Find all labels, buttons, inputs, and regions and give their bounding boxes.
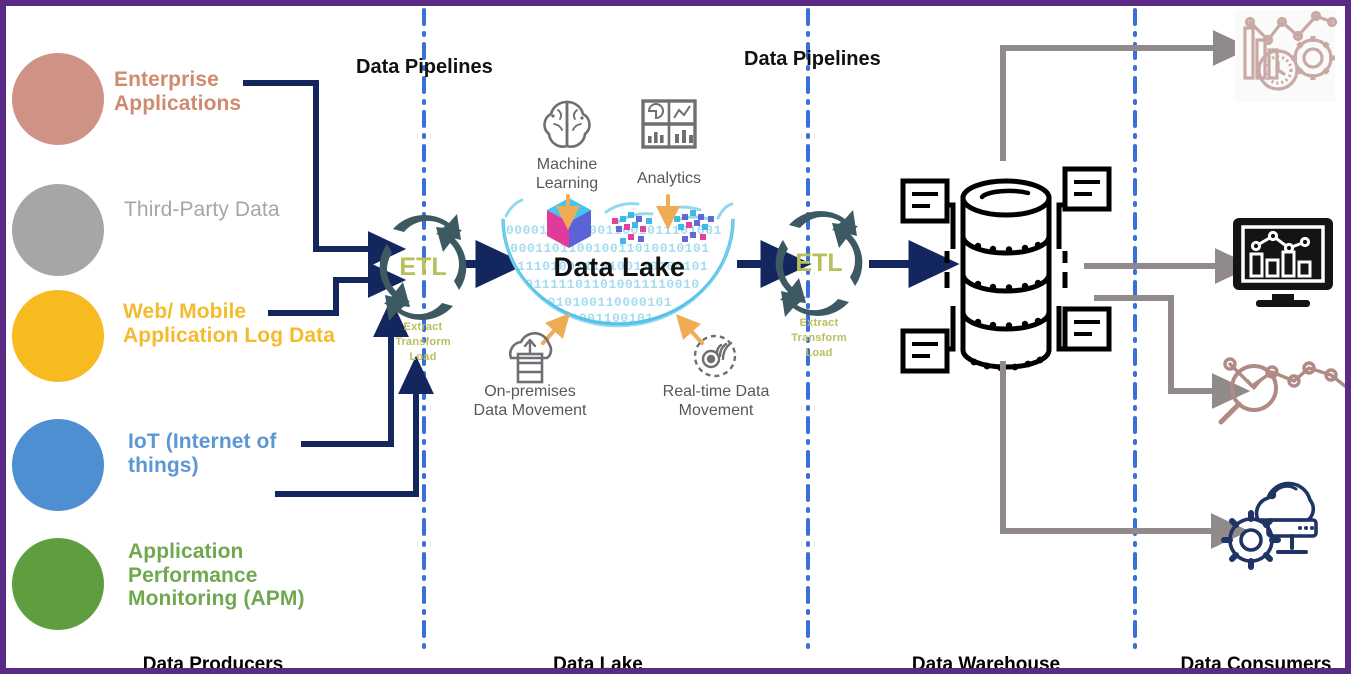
producer-label-line2: Application Log Data	[123, 323, 335, 347]
caption-machine-learning: Machine Learning	[507, 156, 627, 194]
report-gears-chart-icon	[1235, 10, 1338, 102]
producer-label-apm: Application Performance Monitoring (APM)	[128, 540, 305, 611]
stage-label-data-consumers: Data Consumers	[1180, 654, 1332, 674]
etl-sub-transform: Transform	[791, 331, 847, 344]
producer-label-web-mobile-log-data: Web/ Mobile Application Log Data	[123, 300, 335, 347]
connector-to-api	[1000, 361, 1250, 549]
etl-load-label: ETL	[795, 249, 843, 277]
connector-enterprise	[243, 80, 407, 267]
etl-sub-transform: Transform	[395, 335, 451, 348]
connector-to-datascience	[1094, 295, 1251, 409]
stage-label-data-lake: Data Lake	[553, 654, 643, 674]
etl-sub-load: Load	[805, 346, 833, 359]
producer-label-line3: Monitoring (APM)	[128, 587, 305, 611]
producer-circle-apm[interactable]	[12, 538, 104, 630]
caption-line2: Data Movement	[473, 401, 587, 419]
producer-label-iot: IoT (Internet of things)	[128, 430, 277, 477]
api-cloud-gear-icon	[1221, 481, 1318, 570]
magnifier-graph-icon	[1218, 357, 1345, 425]
stage-label-producers: Data Producers	[142, 654, 284, 674]
caption-line1: Analytics	[636, 170, 702, 187]
diagram-canvas: 00001011010011001011101001 1000110110010…	[6, 6, 1345, 668]
brain-icon	[543, 100, 591, 148]
etl-ingest-label: ETL	[399, 253, 447, 281]
diagram-frame: 00001011010011001011101001 1000110110010…	[0, 0, 1351, 674]
etl-load-sublabel: Extract Transform Load	[779, 316, 859, 361]
etl-sub-load: Load	[409, 350, 437, 363]
caption-line1: Real-time Data	[662, 383, 770, 400]
etl-sub-extract: Extract	[403, 321, 443, 333]
connector-to-reporting	[1000, 30, 1252, 161]
etl-sub-extract: Extract	[799, 317, 839, 329]
producer-circle-web-mobile-log-data[interactable]	[12, 290, 104, 382]
producer-circle-iot[interactable]	[12, 419, 104, 511]
stage-label-data-warehouse: Data Warehouse	[911, 654, 1061, 674]
producer-label-line2: Applications	[114, 91, 242, 115]
caption-analytics: Analytics	[614, 170, 724, 189]
caption-real-time-data-movement: Real-time Data Movement	[641, 383, 791, 421]
producer-label-line2: Performance	[128, 563, 258, 587]
data-lake-label: Data Lake	[553, 252, 686, 282]
producer-label-line1: Application	[128, 540, 244, 563]
caption-line1: On-premises	[484, 383, 576, 400]
pipeline-title-left: Data Pipelines	[356, 56, 493, 78]
caption-line2: Learning	[535, 174, 599, 192]
pipeline-title-right: Data Pipelines	[744, 48, 881, 70]
caption-line2: Movement	[678, 401, 754, 419]
producer-label-line1: Web/ Mobile	[123, 300, 247, 323]
caption-line1: Machine	[536, 156, 598, 173]
producer-label-line1: Third-Party Data	[124, 198, 280, 221]
producer-label-line2: things)	[128, 453, 199, 477]
connector-apm	[275, 355, 434, 497]
producer-label-line1: IoT (Internet of	[128, 430, 277, 453]
analytics-dashboard-icon	[641, 99, 697, 149]
caption-on-premises-data-movement: On-premises Data Movement	[455, 383, 605, 421]
etl-ingest-sublabel: Extract Transform Load	[383, 320, 463, 365]
producer-circle-third-party-data[interactable]	[12, 184, 104, 276]
producer-circle-enterprise-applications[interactable]	[12, 53, 104, 145]
monitor-dashboard-icon	[1233, 218, 1333, 307]
producer-label-enterprise-applications: Enterprise Applications	[114, 68, 241, 115]
database-cylinder-icon	[900, 166, 1112, 374]
producer-label-line1: Enterprise	[114, 68, 219, 91]
producer-label-third-party-data: Third-Party Data	[124, 198, 280, 222]
